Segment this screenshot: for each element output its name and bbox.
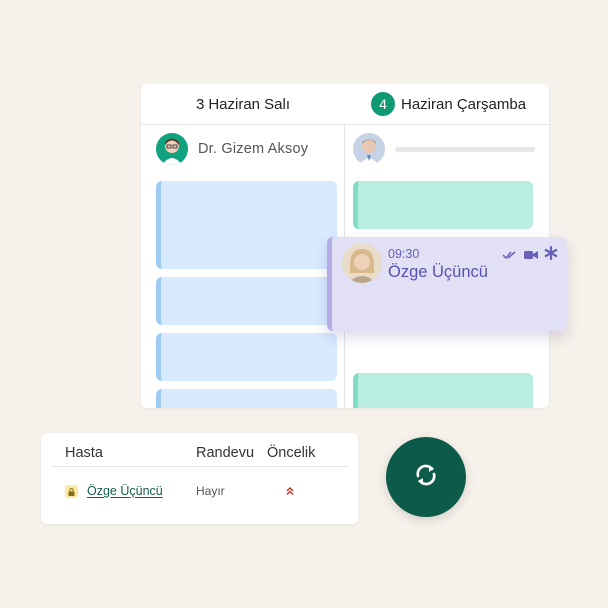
column-header-patient[interactable]: Hasta [65, 445, 103, 461]
doctor-avatar [156, 133, 188, 165]
lock-icon [65, 485, 78, 498]
appointment-popup[interactable]: 09:30 Özge Üçüncü [327, 237, 567, 331]
doctor-name: Dr. Gizem Aksoy [198, 141, 309, 157]
day-label: Haziran Salı [208, 95, 291, 113]
appointment-slot[interactable] [353, 373, 533, 408]
double-chevron-up-icon [285, 485, 295, 499]
doctor-name-placeholder [395, 146, 535, 152]
appointment-time: 09:30 [388, 247, 420, 261]
appointment-slot[interactable] [156, 277, 337, 325]
read-receipt-icon [502, 247, 518, 265]
day-number: 3 [195, 95, 205, 113]
patient-name: Özge Üçüncü [388, 263, 488, 281]
doctor-row[interactable]: Dr. Gizem Aksoy [156, 133, 308, 165]
video-call-icon[interactable] [524, 247, 538, 265]
day-header-tuesday[interactable]: 3 Haziran Salı [141, 84, 345, 124]
patient-link[interactable]: Özge Üçüncü [87, 484, 163, 498]
calendar-header: 3 Haziran Salı 4 Haziran Çarşamba [141, 84, 549, 125]
day-header-wednesday[interactable]: 4 Haziran Çarşamba [345, 84, 549, 124]
appointment-slot[interactable] [156, 333, 337, 381]
header-divider [51, 466, 349, 467]
sync-button[interactable] [386, 437, 466, 517]
patient-avatar [342, 243, 382, 283]
appointment-slot[interactable] [353, 181, 533, 229]
sync-icon [410, 459, 442, 496]
appointment-slot[interactable] [156, 389, 337, 408]
appointment-value: Hayır [196, 484, 225, 498]
column-header-appointment[interactable]: Randevu [196, 445, 254, 461]
appointment-slot[interactable] [156, 181, 337, 269]
day-label: Haziran Çarşamba [401, 95, 527, 113]
doctor-avatar-2 [353, 133, 385, 165]
patient-table: Hasta Randevu Öncelik Özge Üçüncü Hayır [41, 433, 358, 524]
doctor-row-2[interactable] [353, 133, 535, 165]
popup-icons [502, 245, 558, 265]
asterisk-icon[interactable] [544, 245, 558, 265]
day-number-badge: 4 [371, 92, 395, 116]
column-header-priority[interactable]: Öncelik [267, 445, 315, 461]
table-row: Özge Üçüncü [87, 484, 163, 498]
